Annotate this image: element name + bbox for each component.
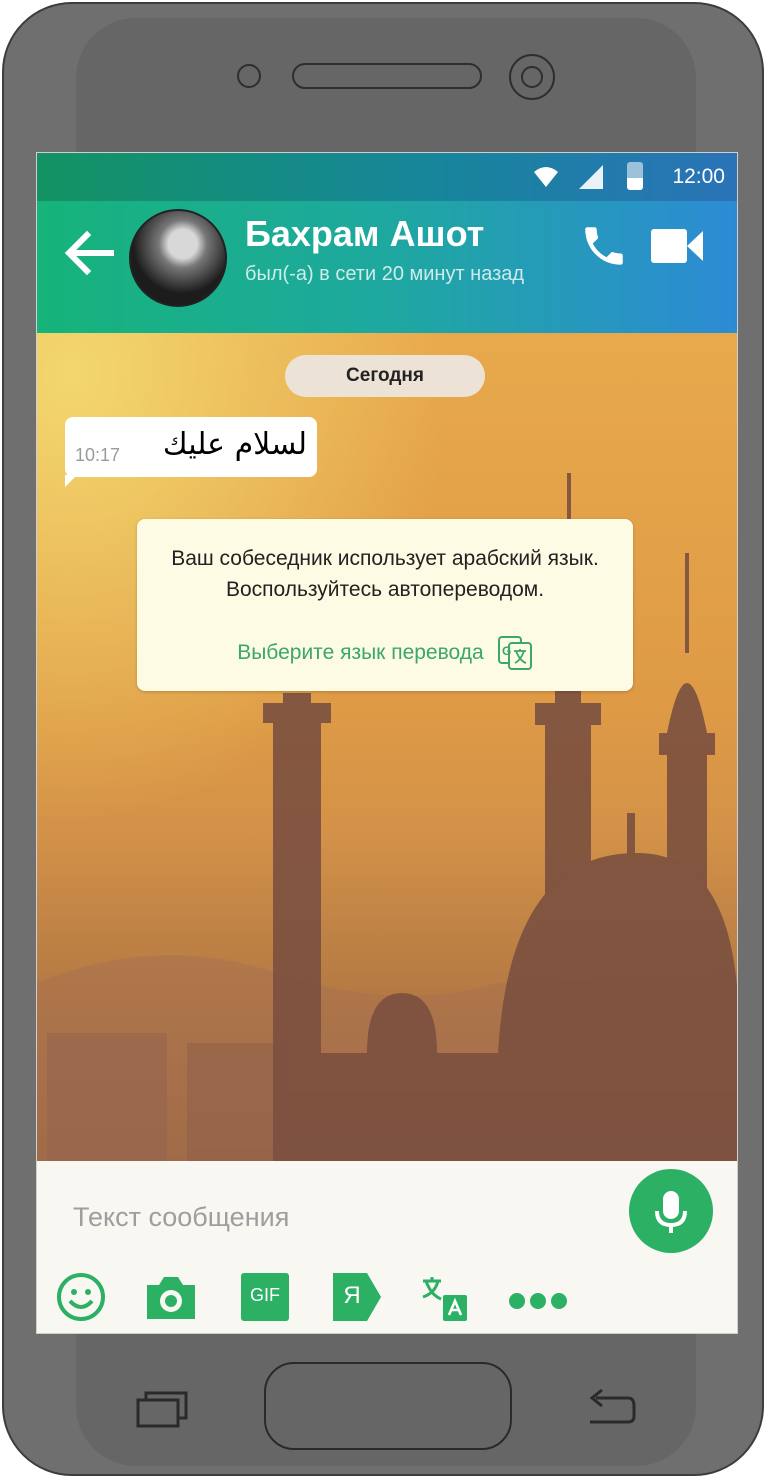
microphone-icon <box>655 1191 687 1233</box>
choose-translation-language-link[interactable]: Выберите язык перевода G <box>137 635 633 671</box>
video-camera-icon[interactable] <box>649 223 705 269</box>
microphone-button[interactable] <box>629 1169 713 1253</box>
svg-text:G: G <box>502 644 511 658</box>
choose-language-label[interactable]: Выберите язык перевода <box>237 641 483 664</box>
contact-name[interactable]: Бахрам Ашот <box>245 213 484 255</box>
more-icon[interactable] <box>507 1271 569 1323</box>
gif-button[interactable]: GIF <box>239 1271 291 1323</box>
message-text: لسلام عليك <box>162 427 307 462</box>
message-input[interactable] <box>71 1191 615 1243</box>
wifi-icon <box>534 167 558 187</box>
proximity-sensor <box>237 64 261 88</box>
google-translate-icon[interactable]: G <box>497 635 533 671</box>
front-camera <box>509 54 555 100</box>
translate-icon[interactable] <box>417 1271 469 1323</box>
gif-label: GIF <box>250 1285 280 1305</box>
recent-apps-icon[interactable] <box>136 1388 188 1428</box>
message-composer: GIF Я <box>37 1161 737 1333</box>
camera-icon[interactable] <box>143 1271 199 1323</box>
earpiece-speaker <box>292 63 482 89</box>
contact-avatar[interactable] <box>129 209 227 307</box>
yandex-label: Я <box>343 1282 361 1309</box>
message-time: 10:17 <box>75 445 121 465</box>
back-arrow-icon[interactable] <box>61 225 117 281</box>
date-divider: Сегодня <box>285 355 485 397</box>
signal-icon <box>579 165 603 189</box>
back-nav-icon[interactable] <box>584 1388 636 1426</box>
chat-header: Бахрам Ашот был(-а) в сети 20 минут наза… <box>37 201 737 333</box>
auto-translate-prompt: Ваш собеседник использует арабский язык.… <box>137 519 633 691</box>
status-bar: 12:00 <box>37 153 737 201</box>
phone-icon[interactable] <box>579 221 629 271</box>
battery-icon <box>627 162 643 190</box>
chat-area[interactable]: Сегодня 10:17 لسلام عليك Ваш собеседник … <box>37 333 737 1161</box>
last-seen-status: был(-а) в сети 20 минут назад <box>245 263 525 285</box>
emoji-icon[interactable] <box>55 1271 107 1323</box>
home-button[interactable] <box>264 1362 512 1450</box>
status-time: 12:00 <box>672 165 725 188</box>
incoming-message[interactable]: 10:17 لسلام عليك <box>65 417 317 487</box>
yandex-button[interactable]: Я <box>331 1271 383 1323</box>
translate-prompt-message: Ваш собеседник использует арабский язык.… <box>171 547 599 601</box>
phone-screen: 12:00 Бахрам Ашот был(-а) в сети 20 мину… <box>36 152 738 1334</box>
